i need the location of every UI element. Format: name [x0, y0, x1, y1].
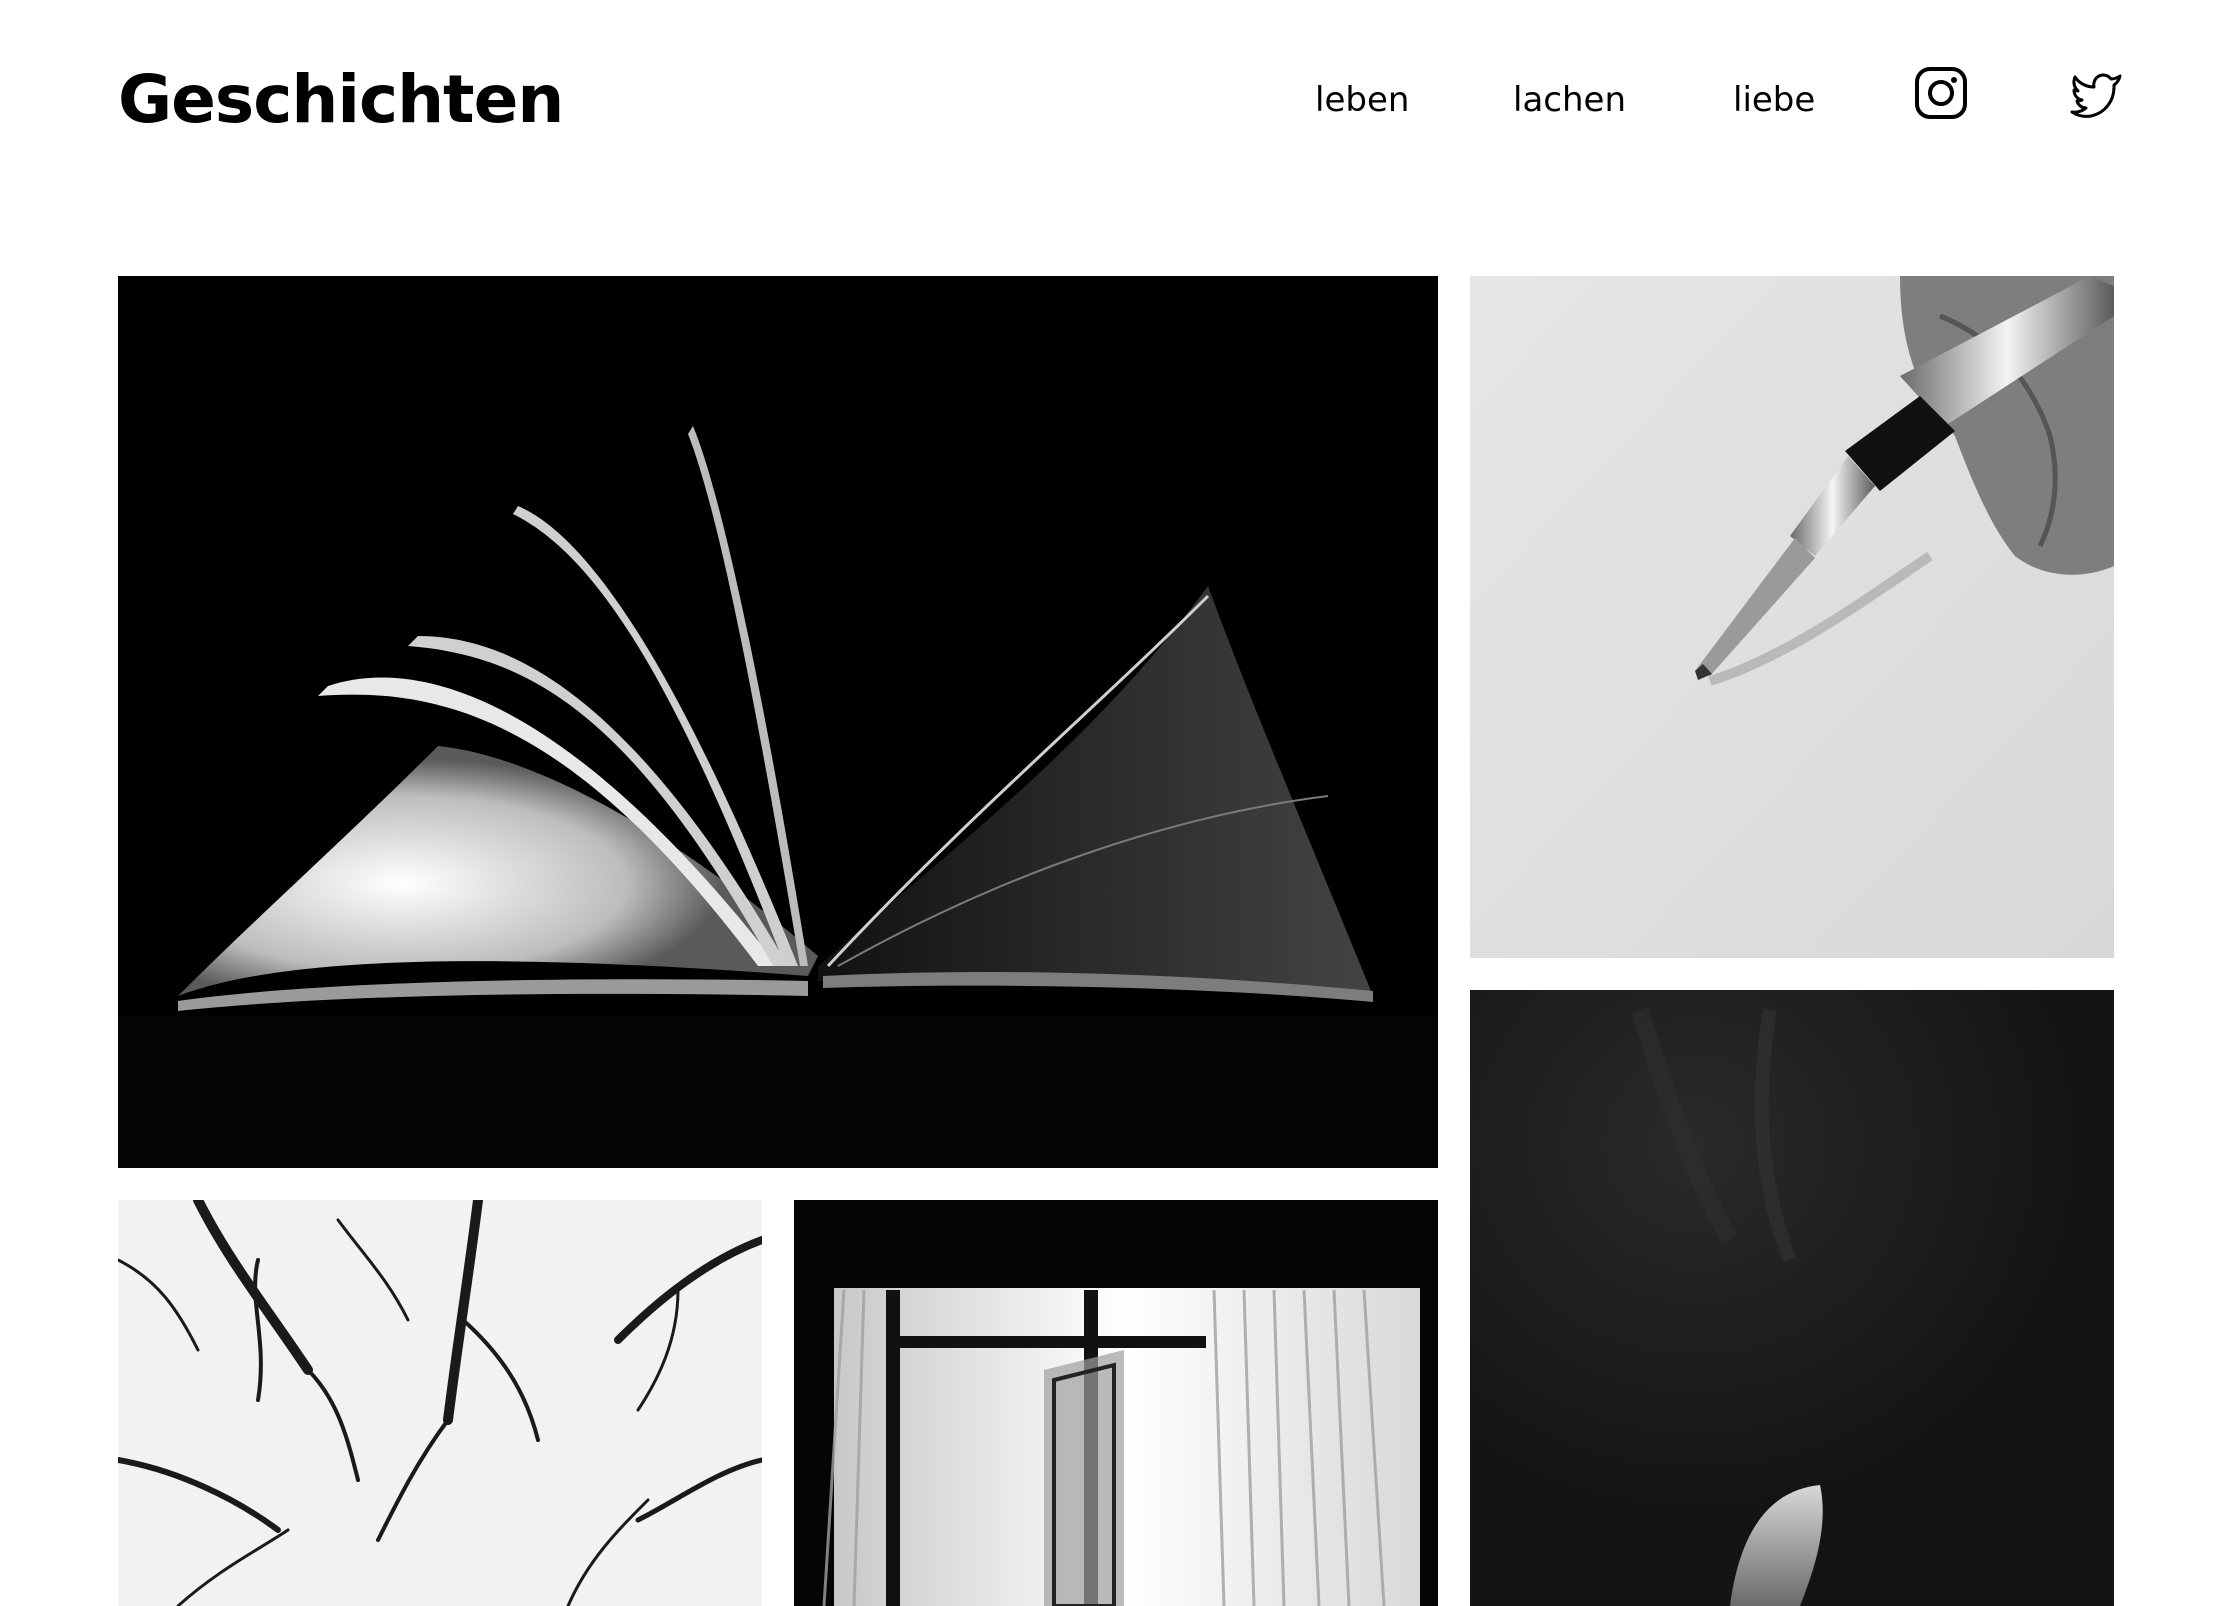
instagram-icon[interactable] [1914, 66, 1968, 120]
nav-link-liebe[interactable]: liebe [1733, 78, 1815, 122]
photo-tree-canopy[interactable] [118, 1200, 762, 1606]
nav-link-lachen[interactable]: lachen [1513, 78, 1626, 122]
photo-fountain-pen[interactable] [1470, 276, 2114, 958]
nav-link-leben[interactable]: leben [1315, 78, 1409, 122]
site-title[interactable]: Geschichten [118, 58, 564, 142]
twitter-icon[interactable] [2070, 66, 2124, 120]
photo-feather[interactable] [1470, 990, 2114, 1606]
photo-window-curtains[interactable] [794, 1200, 1438, 1606]
photo-open-book[interactable] [118, 276, 1438, 1168]
